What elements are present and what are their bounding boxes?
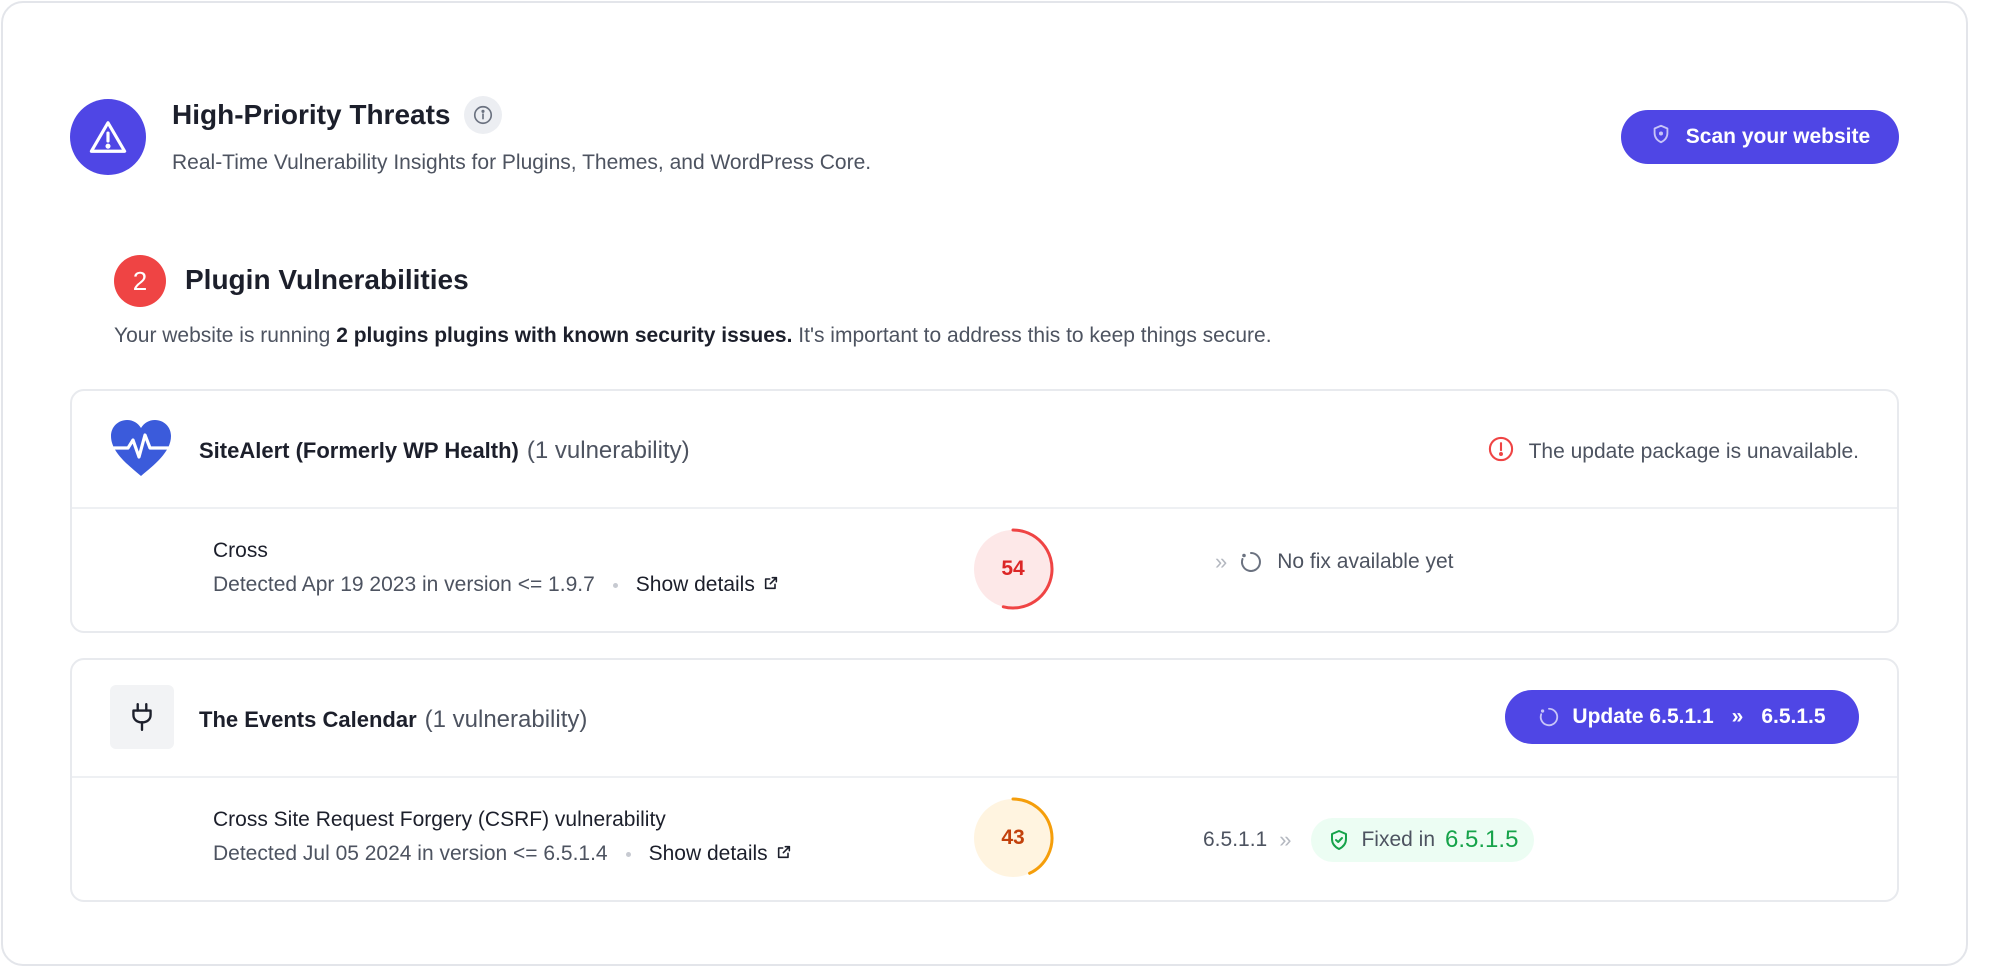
- show-details-link[interactable]: Show details: [649, 842, 792, 866]
- vulnerability-detected: Detected Jul 05 2024 in version <= 6.5.1…: [213, 842, 608, 865]
- shield-check-icon: [1327, 828, 1351, 852]
- fix-status: » No fix available yet: [1203, 549, 1454, 575]
- fixed-in-badge: Fixed in 6.5.1.5: [1311, 818, 1535, 862]
- refresh-icon: [1538, 706, 1560, 728]
- plugin-name-text: SiteAlert (Formerly WP Health): [199, 438, 519, 463]
- plugin-card-events-calendar: The Events Calendar (1 vulnerability) Upd…: [70, 658, 1899, 902]
- vulnerability-title: Cross Site Request Forgery (CSRF) vulner…: [213, 808, 666, 831]
- severity-score: 54: [970, 526, 1056, 612]
- fixed-in-version: 6.5.1.5: [1445, 826, 1519, 853]
- scan-website-button[interactable]: Scan your website: [1621, 110, 1899, 164]
- fix-status: 6.5.1.1 » Fixed in 6.5.1.5: [1203, 818, 1535, 862]
- threats-panel: High-Priority Threats Real-Time Vulnerab…: [1, 1, 1968, 966]
- plugin-card-header: The Events Calendar (1 vulnerability) Upd…: [72, 660, 1897, 778]
- separator-dot: [625, 851, 631, 857]
- vulnerability-count-badge: 2: [114, 255, 166, 307]
- vulnerability-meta: Detected Apr 19 2023 in version <= 1.9.7…: [213, 573, 779, 597]
- fixed-in-label: Fixed in: [1361, 828, 1436, 851]
- section-desc-bold: 2 plugins plugins with known security is…: [336, 324, 793, 347]
- plugin-name: The Events Calendar (1 vulnerability): [199, 706, 587, 734]
- plug-icon: [110, 685, 174, 749]
- vulnerability-title: Cross: [213, 539, 268, 562]
- plugin-card-header: SiteAlert (Formerly WP Health) (1 vulnera…: [72, 391, 1897, 509]
- page-title: High-Priority Threats: [172, 96, 503, 134]
- separator-dot: [612, 582, 618, 588]
- scan-website-label: Scan your website: [1685, 125, 1871, 148]
- external-link-icon: [776, 842, 792, 866]
- plugin-vuln-count: (1 vulnerability): [424, 706, 588, 733]
- info-icon[interactable]: [464, 96, 503, 134]
- show-details-link[interactable]: Show details: [636, 573, 779, 597]
- heart-pulse-icon: [108, 418, 174, 483]
- severity-score-value: 43: [1001, 826, 1025, 849]
- plugin-name: SiteAlert (Formerly WP Health) (1 vulnera…: [199, 437, 690, 465]
- vulnerability-row: Cross Detected Apr 19 2023 in version <=…: [72, 509, 1897, 631]
- update-status: The update package is unavailable.: [1487, 435, 1859, 469]
- alert-circle-icon: [1487, 435, 1515, 469]
- page-title-text: High-Priority Threats: [172, 99, 451, 130]
- current-version: 6.5.1.1: [1203, 828, 1268, 851]
- section-desc-suffix: It's important to address this to keep t…: [798, 324, 1272, 347]
- update-status-text: The update package is unavailable.: [1528, 440, 1859, 463]
- vulnerability-row: Cross Site Request Forgery (CSRF) vulner…: [72, 778, 1897, 900]
- update-from-label: Update 6.5.1.1: [1572, 705, 1714, 728]
- external-link-icon: [763, 573, 779, 597]
- plugin-vuln-count: (1 vulnerability): [526, 437, 690, 464]
- severity-score-value: 54: [1001, 557, 1025, 580]
- vulnerability-detected: Detected Apr 19 2023 in version <= 1.9.7: [213, 573, 595, 596]
- page-subtitle: Real-Time Vulnerability Insights for Plu…: [172, 151, 872, 174]
- update-plugin-button[interactable]: Update 6.5.1.1 » 6.5.1.5: [1505, 690, 1859, 744]
- vulnerability-meta: Detected Jul 05 2024 in version <= 6.5.1…: [213, 842, 792, 866]
- section-description: Your website is running 2 plugins plugin…: [114, 324, 1272, 348]
- fix-status-text: No fix available yet: [1277, 550, 1454, 573]
- shield-icon: [1650, 123, 1672, 151]
- severity-score: 43: [970, 795, 1056, 881]
- section-desc-prefix: Your website is running: [114, 324, 331, 347]
- show-details-label: Show details: [648, 842, 768, 865]
- update-to-label: 6.5.1.5: [1761, 705, 1826, 728]
- warning-icon: [70, 99, 146, 175]
- plugin-card-sitealert: SiteAlert (Formerly WP Health) (1 vulnera…: [70, 389, 1899, 633]
- double-chevron-right-icon: »: [1215, 549, 1228, 574]
- loader-icon: [1239, 550, 1263, 574]
- plugin-name-text: The Events Calendar: [199, 707, 417, 732]
- double-chevron-right-icon: »: [1279, 827, 1292, 852]
- section-title: Plugin Vulnerabilities: [185, 264, 469, 295]
- show-details-label: Show details: [635, 573, 755, 596]
- double-chevron-right-icon: »: [1731, 705, 1744, 728]
